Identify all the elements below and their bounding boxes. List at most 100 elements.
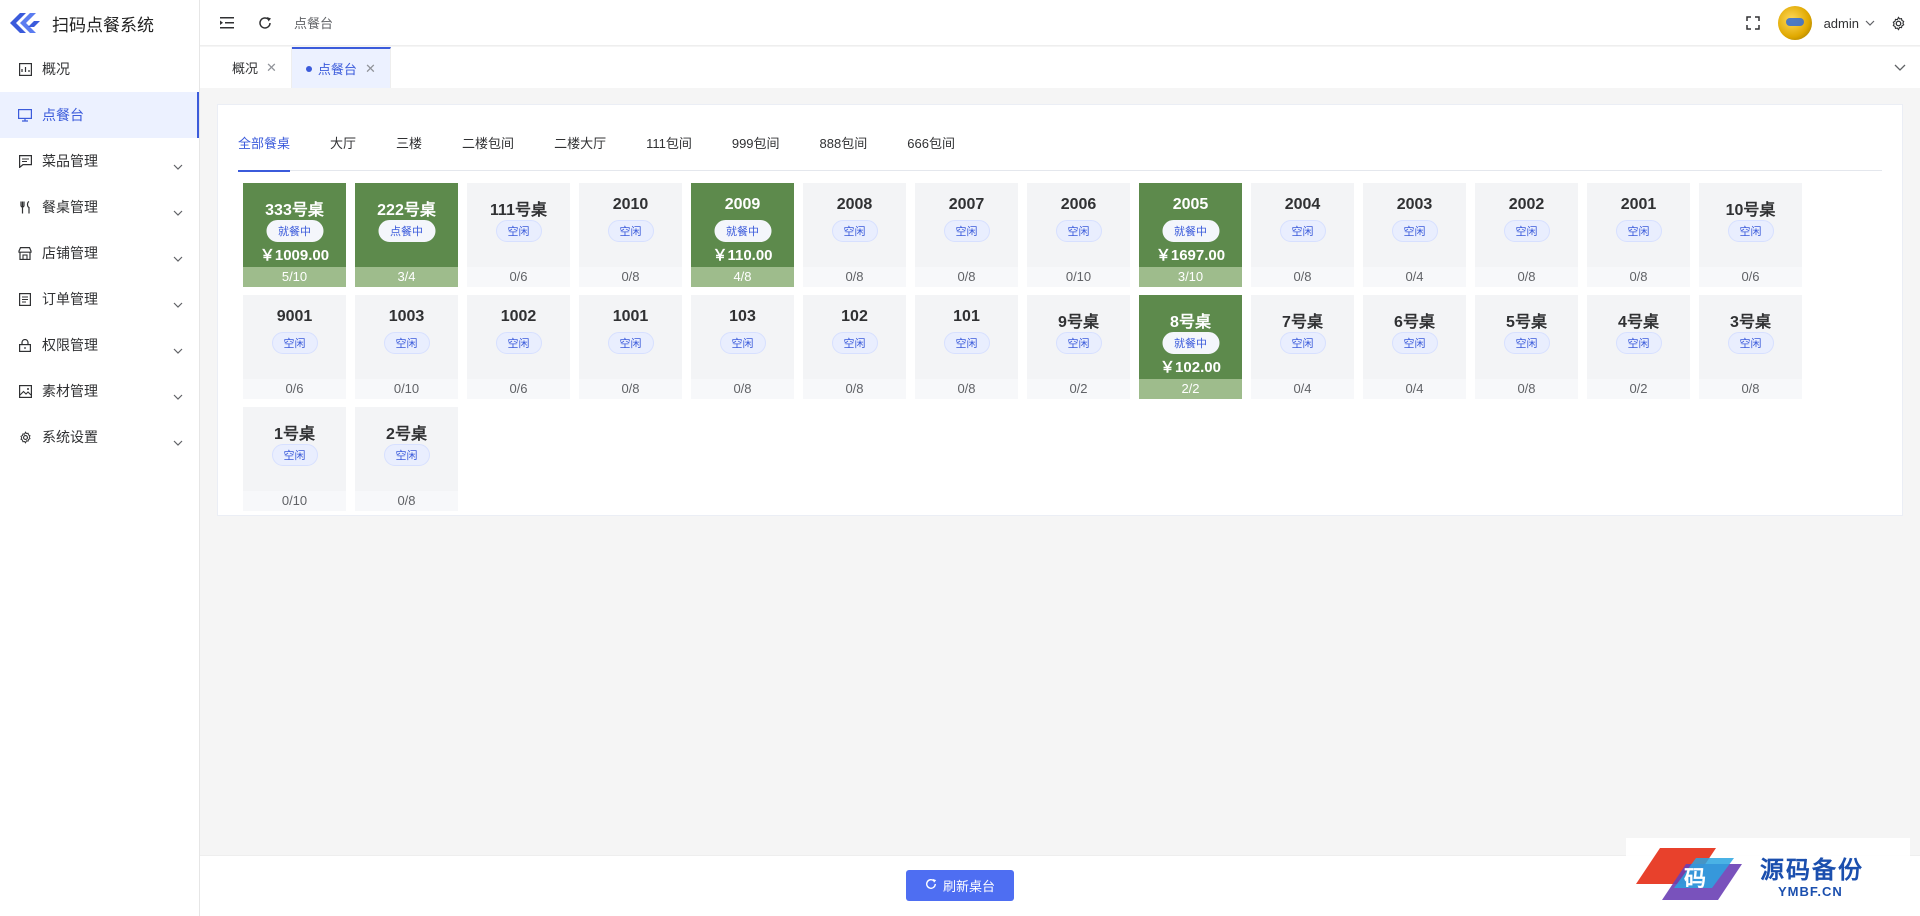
table-name: 2002 (1508, 196, 1545, 213)
table-card[interactable]: 1号桌 空闲 0/10 (243, 407, 346, 511)
sidebar-item-3[interactable]: 餐桌管理 (0, 184, 199, 230)
table-grid: 333号桌 就餐中 ￥1009.00 5/10 222号桌 点餐中 3/4 111号桌 空闲 0/… (243, 183, 1903, 519)
table-card[interactable]: 2008 空闲 0/8 (803, 183, 906, 287)
table-seats: 0/8 (915, 379, 1018, 399)
tab-ordering[interactable]: 点餐台 ✕ (291, 47, 391, 88)
table-card[interactable]: 101 空闲 0/8 (915, 295, 1018, 399)
table-card[interactable]: 8号桌 就餐中 ￥102.00 2/2 (1139, 295, 1242, 399)
table-status-badge: 空闲 (1391, 220, 1438, 242)
table-card[interactable]: 103 空闲 0/8 (691, 295, 794, 399)
sidebar-item-0[interactable]: 概况 (0, 46, 199, 92)
table-seats: 0/8 (579, 267, 682, 287)
table-name: 7号桌 (1282, 314, 1323, 331)
table-card[interactable]: 2004 空闲 0/8 (1251, 183, 1354, 287)
table-status-badge: 空闲 (1391, 332, 1438, 354)
area-tab-4[interactable]: 二楼大厅 (554, 135, 606, 171)
area-tab-6[interactable]: 999包间 (732, 135, 780, 171)
table-card[interactable]: 2号桌 空闲 0/8 (355, 407, 458, 511)
table-name: 102 (841, 308, 868, 325)
table-status-badge: 空闲 (1727, 332, 1774, 354)
app-title: 扫码点餐系统 (52, 15, 154, 35)
table-card[interactable]: 2002 空闲 0/8 (1475, 183, 1578, 287)
table-card[interactable]: 10号桌 空闲 0/6 (1699, 183, 1802, 287)
tabs-dropdown-chevron-icon[interactable] (1894, 59, 1906, 75)
table-card[interactable]: 1003 空闲 0/10 (355, 295, 458, 399)
table-card[interactable]: 2003 空闲 0/4 (1363, 183, 1466, 287)
table-card[interactable]: 2010 空闲 0/8 (579, 183, 682, 287)
area-tab-2[interactable]: 三楼 (396, 135, 422, 171)
table-status-badge: 空闲 (1055, 220, 1102, 242)
table-card[interactable]: 222号桌 点餐中 3/4 (355, 183, 458, 287)
chevron-down-icon (173, 295, 183, 311)
table-card[interactable]: 1001 空闲 0/8 (579, 295, 682, 399)
avatar[interactable] (1777, 6, 1812, 40)
active-dot-icon (305, 65, 312, 72)
table-card[interactable]: 2006 空闲 0/10 (1027, 183, 1130, 287)
chevron-down-icon[interactable] (1865, 20, 1875, 26)
table-card[interactable]: 9号桌 空闲 0/2 (1027, 295, 1130, 399)
sidebar-item-label: 权限管理 (42, 337, 98, 353)
breadcrumb: 点餐台 (294, 16, 334, 31)
table-card[interactable]: 1002 空闲 0/6 (467, 295, 570, 399)
table-name: 222号桌 (377, 202, 436, 219)
logo[interactable]: 扫码点餐系统 (0, 0, 199, 46)
table-name: 10号桌 (1725, 202, 1776, 219)
area-tab-3[interactable]: 二楼包间 (462, 135, 514, 171)
area-tab-7[interactable]: 888包间 (820, 135, 868, 171)
fullscreen-icon[interactable] (1745, 16, 1760, 30)
table-card[interactable]: 2007 空闲 0/8 (915, 183, 1018, 287)
table-card[interactable]: 111号桌 空闲 0/6 (467, 183, 570, 287)
table-name: 2004 (1284, 196, 1321, 213)
username[interactable]: admin (1824, 16, 1859, 31)
table-seats: 0/10 (1027, 267, 1130, 287)
table-status-badge: 就餐中 (1162, 220, 1219, 242)
area-tab-5[interactable]: 111包间 (646, 135, 692, 171)
table-name: 111号桌 (490, 202, 547, 219)
area-tab-8[interactable]: 666包间 (907, 135, 955, 171)
table-card[interactable]: 2001 空闲 0/8 (1587, 183, 1690, 287)
table-card[interactable]: 4号桌 空闲 0/2 (1587, 295, 1690, 399)
close-icon[interactable]: ✕ (266, 60, 277, 76)
refresh-icon[interactable] (254, 12, 276, 34)
sidebar-item-6[interactable]: 权限管理 (0, 322, 199, 368)
sidebar-item-2[interactable]: 菜品管理 (0, 138, 199, 184)
table-seats: 0/4 (1363, 379, 1466, 399)
table-name: 6号桌 (1394, 314, 1435, 331)
watermark-text: 源码备份 (1760, 855, 1864, 884)
tab-label: 概况 (232, 61, 259, 76)
table-seats: 3/4 (355, 267, 458, 287)
table-card[interactable]: 2009 就餐中 ￥110.00 4/8 (691, 183, 794, 287)
table-card[interactable]: 9001 空闲 0/6 (243, 295, 346, 399)
sidebar-item-8[interactable]: 系统设置 (0, 414, 199, 460)
sidebar-item-4[interactable]: 店铺管理 (0, 230, 199, 276)
chevron-down-icon (173, 341, 183, 357)
table-card[interactable]: 3号桌 空闲 0/8 (1699, 295, 1802, 399)
sidebar-item-label: 餐桌管理 (42, 199, 98, 215)
area-tab-1[interactable]: 大厅 (330, 135, 356, 171)
table-seats: 0/8 (355, 491, 458, 511)
table-card[interactable]: 2005 就餐中 ￥1697.00 3/10 (1139, 183, 1242, 287)
chevron-down-icon (173, 387, 183, 403)
table-seats: 0/8 (691, 379, 794, 399)
order-icon (18, 292, 32, 306)
collapse-menu-icon[interactable] (216, 12, 238, 34)
sidebar-item-1[interactable]: 点餐台 (0, 92, 199, 138)
close-icon[interactable]: ✕ (365, 61, 376, 77)
table-card[interactable]: 5号桌 空闲 0/8 (1475, 295, 1578, 399)
table-seats: 0/8 (1251, 267, 1354, 287)
sidebar-item-7[interactable]: 素材管理 (0, 368, 199, 414)
table-card[interactable]: 7号桌 空闲 0/4 (1251, 295, 1354, 399)
area-tab-0[interactable]: 全部餐桌 (238, 135, 291, 172)
table-seats: 0/4 (1363, 267, 1466, 287)
table-card[interactable]: 6号桌 空闲 0/4 (1363, 295, 1466, 399)
table-seats: 0/2 (1027, 379, 1130, 399)
sidebar-item-label: 点餐台 (42, 107, 84, 123)
tab-overview[interactable]: 概况 ✕ (200, 47, 292, 88)
sidebar-item-5[interactable]: 订单管理 (0, 276, 199, 322)
table-name: 1001 (612, 308, 649, 325)
table-card[interactable]: 102 空闲 0/8 (803, 295, 906, 399)
refresh-tables-button[interactable]: 刷新桌台 (906, 870, 1014, 901)
table-card[interactable]: 333号桌 就餐中 ￥1009.00 5/10 (243, 183, 346, 287)
settings-gear-icon[interactable] (1891, 15, 1906, 31)
watermark-subtext: YMBF.CN (1778, 884, 1843, 899)
